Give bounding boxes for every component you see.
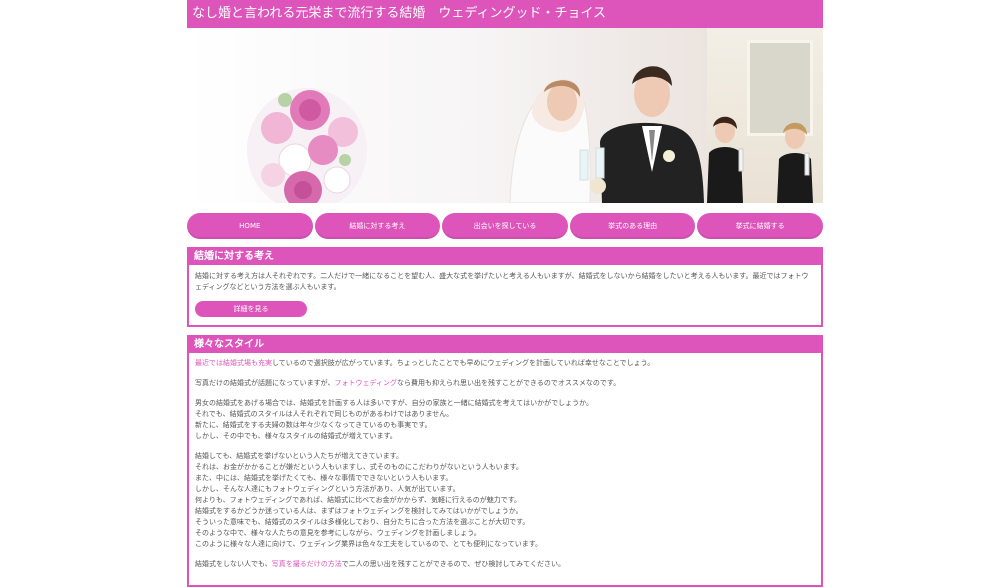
nav-wedding-reasons[interactable]: 挙式のある理由 xyxy=(569,213,696,239)
main-nav: HOME 結婚に対する考え 出会いを探している 挙式のある理由 挙式に結婚する xyxy=(187,213,823,239)
hero-banner xyxy=(187,28,823,203)
details-button[interactable]: 詳細を見る xyxy=(195,301,307,317)
styles-panel: 様々なスタイル 最近では結婚式場も充実しているので選択肢が広がっています。ちょっ… xyxy=(187,335,823,587)
inline-link[interactable]: フォトウェディング xyxy=(335,379,398,387)
panel-title: 様々なスタイル xyxy=(189,337,821,353)
inline-link[interactable]: 写真を撮るだけの方法 xyxy=(272,560,342,568)
bouquet-image xyxy=(247,88,367,203)
page-container: なし婚と言われる元栄まで流行する結婚 ウェディングッド・チョイス HOME 結婚… xyxy=(187,0,823,587)
paragraph: 最近では結婚式場も充実しているので選択肢が広がっています。ちょっとしたことでも早… xyxy=(195,359,655,367)
inline-link[interactable]: 最近では結婚式場も充実 xyxy=(195,359,272,367)
guests-image xyxy=(707,116,813,203)
couple-image xyxy=(509,66,704,203)
paragraph: 結婚しても、結婚式を挙げないという人たちが増えてきています。 それは、お金がかか… xyxy=(195,452,543,548)
panel-title: 結婚に対する考え xyxy=(189,249,821,265)
paragraph: 男女の結婚式をあげる場合では、結婚式を計画する人は多いですが、自分の家族と一緒に… xyxy=(195,399,594,440)
nav-marriage-thoughts[interactable]: 結婚に対する考え xyxy=(314,213,441,239)
nav-wedding[interactable]: 挙式に結婚する xyxy=(697,213,823,239)
marriage-thoughts-panel: 結婚に対する考え 結婚に対する考え方は人それぞれです。二人だけで一緒になることを… xyxy=(187,247,823,327)
nav-home[interactable]: HOME xyxy=(187,213,313,239)
paragraph: 写真だけの結婚式が話題になっていますが、フォトウェディングなら費用も抑えられ思い… xyxy=(195,379,621,387)
paragraph: 結婚式をしない人でも、写真を撮るだけの方法で二人の思い出を残すことができるので、… xyxy=(195,560,565,568)
nav-finding-partner[interactable]: 出会いを探している xyxy=(442,213,568,239)
panel-text: 結婚に対する考え方は人それぞれです。二人だけで一緒になることを望む人、盛大な式を… xyxy=(195,272,809,291)
site-title: なし婚と言われる元栄まで流行する結婚 ウェディングッド・チョイス xyxy=(187,0,823,28)
